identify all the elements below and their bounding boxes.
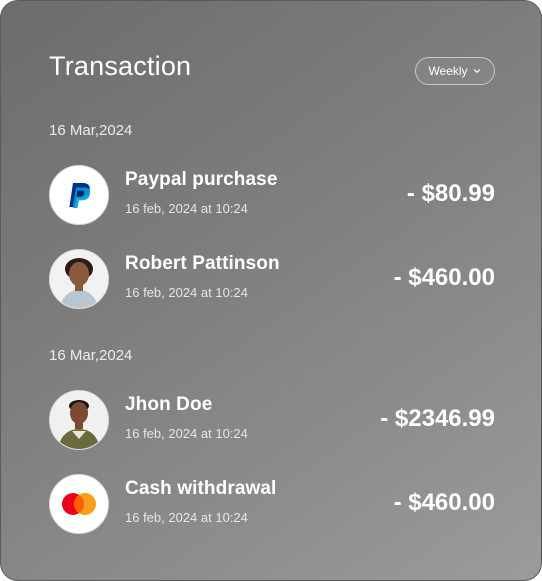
transaction-row[interactable]: Cash withdrawal 16 feb, 2024 at 10:24 - … [49, 474, 495, 534]
paypal-icon [49, 165, 109, 225]
transaction-name: Jhon Doe [125, 394, 213, 415]
date-group-label: 16 Mar,2024 [49, 122, 133, 139]
period-dropdown[interactable]: Weekly [415, 57, 495, 85]
avatar [49, 249, 109, 309]
transaction-time: 16 feb, 2024 at 10:24 [125, 285, 248, 300]
period-label: Weekly [428, 64, 468, 78]
transaction-amount: - $460.00 [393, 489, 495, 516]
chevron-down-icon [473, 69, 480, 73]
mastercard-icon [49, 474, 109, 534]
avatar [49, 390, 109, 450]
transaction-amount: - $80.99 [406, 180, 495, 207]
transaction-time: 16 feb, 2024 at 10:24 [125, 201, 248, 216]
transaction-card: Transaction Weekly 16 Mar,2024 Paypal pu… [0, 0, 542, 581]
transaction-amount: - $460.00 [393, 264, 495, 291]
transaction-name: Robert Pattinson [125, 253, 280, 274]
transaction-row[interactable]: Robert Pattinson 16 feb, 2024 at 10:24 -… [49, 249, 495, 309]
transaction-row[interactable]: Jhon Doe 16 feb, 2024 at 10:24 - $2346.9… [49, 390, 495, 450]
transaction-row[interactable]: Paypal purchase 16 feb, 2024 at 10:24 - … [49, 165, 495, 225]
transaction-time: 16 feb, 2024 at 10:24 [125, 510, 248, 525]
date-group-label: 16 Mar,2024 [49, 347, 133, 364]
page-title: Transaction [49, 51, 192, 81]
transaction-time: 16 feb, 2024 at 10:24 [125, 426, 248, 441]
transaction-amount: - $2346.99 [380, 405, 495, 432]
transaction-name: Paypal purchase [125, 169, 278, 190]
transaction-name: Cash withdrawal [125, 478, 277, 499]
